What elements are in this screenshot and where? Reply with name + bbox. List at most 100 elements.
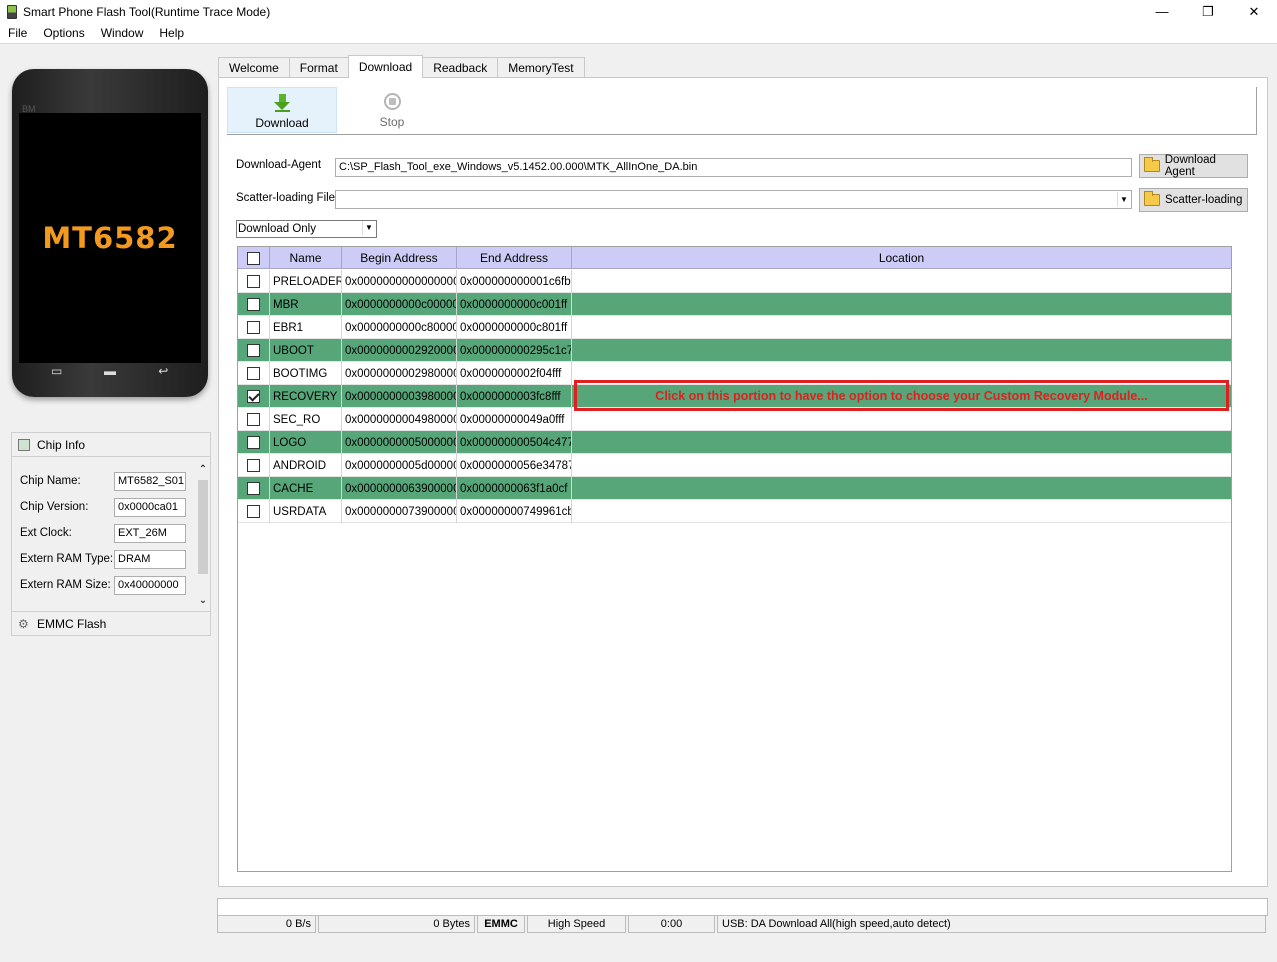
chip-info-body: Chip Name: MT6582_S01 Chip Version: 0x00… xyxy=(12,458,198,608)
table-row[interactable]: LOGO 0x0000000005000000 0x000000000504c477 xyxy=(238,431,1231,454)
row-checkbox-cell[interactable] xyxy=(238,408,270,431)
table-row[interactable]: CACHE 0x0000000063900000 0x0000000063f1a0c… xyxy=(238,477,1231,500)
partition-checkbox[interactable] xyxy=(247,390,260,403)
partition-name: SEC_RO xyxy=(270,408,342,431)
table-row[interactable]: MBR 0x0000000000c00000 0x0000000000c001ff xyxy=(238,293,1231,316)
end-address: 0x0000000002f04fff xyxy=(457,362,572,385)
window-controls: — ❐ ✕ xyxy=(1139,0,1277,23)
partition-checkbox[interactable] xyxy=(247,436,260,449)
partition-checkbox[interactable] xyxy=(247,367,260,380)
partition-table: Name Begin Address End Address Location … xyxy=(237,246,1232,872)
partition-checkbox[interactable] xyxy=(247,482,260,495)
phone-screen: MT6582 xyxy=(19,113,201,363)
row-checkbox-cell[interactable] xyxy=(238,454,270,477)
dropdown-arrow-icon[interactable]: ▼ xyxy=(1117,192,1130,207)
location-cell[interactable] xyxy=(572,454,1231,477)
ext-clock-field[interactable]: EXT_26M xyxy=(114,523,186,543)
menu-file[interactable]: File xyxy=(0,26,35,40)
header-location[interactable]: Location xyxy=(572,247,1231,269)
partition-checkbox[interactable] xyxy=(247,275,260,288)
chip-version-row: Chip Version: 0x0000ca01 xyxy=(20,497,195,517)
phone-keys: ▭ ▬ ↩ xyxy=(12,365,208,377)
row-checkbox-cell[interactable] xyxy=(238,316,270,339)
row-checkbox-cell[interactable] xyxy=(238,293,270,316)
download-tab-panel: Download Stop Download-Agent C:\SP_Flash… xyxy=(218,77,1268,887)
header-begin-address[interactable]: Begin Address xyxy=(342,247,457,269)
tab-memorytest[interactable]: MemoryTest xyxy=(497,57,585,78)
tab-readback[interactable]: Readback xyxy=(422,57,499,78)
table-row[interactable]: USRDATA 0x0000000073900000 0x0000000074996… xyxy=(238,500,1231,523)
menu-help[interactable]: Help xyxy=(151,26,192,40)
menu-options[interactable]: Options xyxy=(35,26,92,40)
begin-address: 0x0000000000c80000 xyxy=(342,316,457,339)
table-row[interactable]: PRELOADER 0x0000000000000000 0x00000000000… xyxy=(238,270,1231,293)
maximize-button[interactable]: ❐ xyxy=(1185,0,1231,23)
row-checkbox-cell[interactable] xyxy=(238,477,270,500)
download-mode-select[interactable]: Download Only ▼ xyxy=(236,220,377,238)
row-checkbox-cell[interactable] xyxy=(238,339,270,362)
scatter-loading-button[interactable]: Scatter-loading xyxy=(1139,188,1248,212)
partition-name: USRDATA xyxy=(270,500,342,523)
partition-checkbox[interactable] xyxy=(247,298,260,311)
download-agent-button[interactable]: Download Agent xyxy=(1139,154,1248,178)
end-address: 0x0000000000c001ff xyxy=(457,293,572,316)
select-all-checkbox[interactable] xyxy=(247,251,260,265)
chip-info-scrollbar[interactable]: ⌃ ⌄ xyxy=(196,463,210,608)
partition-checkbox[interactable] xyxy=(247,344,260,357)
partition-checkbox[interactable] xyxy=(247,459,260,472)
end-address: 0x0000000000c801ff xyxy=(457,316,572,339)
chip-name-field[interactable]: MT6582_S01 xyxy=(114,471,186,491)
location-cell[interactable] xyxy=(572,316,1231,339)
row-checkbox-cell[interactable] xyxy=(238,431,270,454)
dropdown-arrow-icon[interactable]: ▼ xyxy=(362,221,375,235)
tab-download[interactable]: Download xyxy=(347,55,424,78)
header-name[interactable]: Name xyxy=(270,247,342,269)
header-end-address[interactable]: End Address xyxy=(457,247,572,269)
location-cell[interactable] xyxy=(572,293,1231,316)
download-agent-field[interactable]: C:\SP_Flash_Tool_exe_Windows_v5.1452.00.… xyxy=(335,158,1132,177)
table-row[interactable]: UBOOT 0x0000000002920000 0x000000000295c1c… xyxy=(238,339,1231,362)
begin-address: 0x0000000063900000 xyxy=(342,477,457,500)
location-cell[interactable] xyxy=(572,431,1231,454)
table-row[interactable]: ANDROID 0x0000000005d00000 0x0000000056e34… xyxy=(238,454,1231,477)
location-cell[interactable] xyxy=(572,477,1231,500)
tab-format[interactable]: Format xyxy=(288,57,349,78)
scroll-thumb[interactable] xyxy=(198,480,208,574)
table-row[interactable]: EBR1 0x0000000000c80000 0x0000000000c801ff xyxy=(238,316,1231,339)
location-cell[interactable] xyxy=(572,339,1231,362)
minimize-button[interactable]: — xyxy=(1139,0,1185,23)
partition-checkbox[interactable] xyxy=(247,413,260,426)
partition-checkbox[interactable] xyxy=(247,505,260,518)
row-checkbox-cell[interactable] xyxy=(238,270,270,293)
partition-name: CACHE xyxy=(270,477,342,500)
scroll-down-icon[interactable]: ⌄ xyxy=(196,594,210,608)
select-all-header[interactable] xyxy=(238,247,270,269)
download-button[interactable]: Download xyxy=(227,87,337,133)
scatter-file-combo[interactable]: ▼ xyxy=(335,190,1132,209)
location-cell[interactable] xyxy=(572,500,1231,523)
chip-version-field[interactable]: 0x0000ca01 xyxy=(114,497,186,517)
tab-welcome[interactable]: Welcome xyxy=(218,57,290,78)
row-checkbox-cell[interactable] xyxy=(238,362,270,385)
row-checkbox-cell[interactable] xyxy=(238,500,270,523)
partition-checkbox[interactable] xyxy=(247,321,260,334)
status-storage: EMMC xyxy=(477,916,525,933)
end-address: 0x0000000056e34787 xyxy=(457,454,572,477)
chip-info-header[interactable]: Chip Info xyxy=(12,433,210,457)
close-button[interactable]: ✕ xyxy=(1231,0,1277,23)
emmc-flash-header[interactable]: ⚙ EMMC Flash xyxy=(12,611,210,635)
partition-name: PRELOADER xyxy=(270,270,342,293)
ram-type-field[interactable]: DRAM xyxy=(114,549,186,569)
ram-size-field[interactable]: 0x40000000 xyxy=(114,575,186,595)
chip-version-label: Chip Version: xyxy=(20,501,89,513)
location-cell[interactable] xyxy=(572,408,1231,431)
stop-button[interactable]: Stop xyxy=(337,87,447,133)
phone-image: BM MT6582 ▭ ▬ ↩ xyxy=(12,69,208,397)
row-checkbox-cell[interactable] xyxy=(238,385,270,408)
begin-address: 0x0000000073900000 xyxy=(342,500,457,523)
menu-window[interactable]: Window xyxy=(93,26,152,40)
location-cell[interactable] xyxy=(572,270,1231,293)
table-row[interactable]: SEC_RO 0x0000000004980000 0x00000000049a0f… xyxy=(238,408,1231,431)
recovery-location-annotation[interactable]: Click on this portion to have the option… xyxy=(574,380,1229,411)
scroll-up-icon[interactable]: ⌃ xyxy=(196,463,210,477)
